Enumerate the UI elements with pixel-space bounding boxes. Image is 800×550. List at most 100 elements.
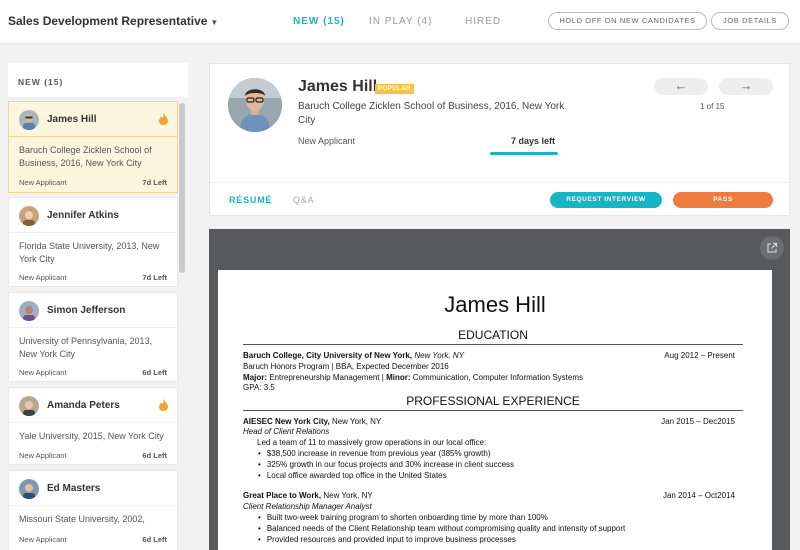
job1-bullet: Local office awarded top office in the U… — [258, 471, 447, 480]
job2-bullet: Built two-week training program to short… — [258, 513, 548, 522]
flame-icon — [159, 113, 168, 125]
candidate-school: Baruch College Zicklen School of Busines… — [19, 145, 152, 168]
candidate-days-left: 7d Left — [142, 273, 167, 282]
candidate-counter: 1 of 15 — [700, 102, 725, 111]
card-divider — [9, 136, 177, 137]
candidate-profile: James Hill POPULAR Baruch College Zickle… — [209, 63, 790, 216]
hold-off-button[interactable]: HOLD OFF ON NEW CANDIDATES — [548, 12, 707, 30]
candidate-name: James Hill — [47, 114, 97, 125]
edu-minor-label: Minor: — [386, 373, 411, 382]
job1-bullet: $38,500 increase in revenue from previou… — [258, 449, 491, 458]
list-scrollbar[interactable] — [179, 103, 185, 273]
external-link-icon — [767, 242, 778, 253]
profile-days-left: 7 days left — [511, 136, 556, 146]
job1-dates: Jan 2015 – Dec2015 — [661, 417, 735, 426]
profile-divider — [210, 182, 789, 183]
edu-location: New York, NY — [414, 351, 464, 360]
candidate-days-left: 6d Left — [142, 368, 167, 377]
avatar — [19, 396, 39, 416]
resume-page: James Hill EDUCATION Baruch College, Cit… — [218, 270, 772, 550]
candidate-school: Yale University, 2015, New York City — [19, 431, 164, 441]
candidate-list: NEW (15) James Hill Baruch College Zickl… — [8, 63, 188, 550]
edu-school-line: Baruch College, City University of New Y… — [243, 351, 464, 360]
section-rule — [243, 344, 743, 345]
candidate-card-ed-masters[interactable]: Ed Masters Missouri State University, 20… — [8, 470, 178, 550]
caret-down-icon: ▼ — [210, 18, 219, 27]
card-divider — [9, 232, 177, 233]
job-title-label: Sales Development Representative — [8, 14, 208, 28]
job2-location: New York, NY — [323, 491, 373, 500]
candidate-card-amanda-peters[interactable]: Amanda Peters Yale University, 2015, New… — [8, 387, 178, 465]
candidate-name: Jennifer Atkins — [47, 210, 119, 221]
job2-company: Great Place to Work, — [243, 491, 322, 500]
tab-qa[interactable]: Q&A — [293, 195, 314, 205]
flame-icon — [159, 399, 168, 411]
edu-major: Entrepreneurship Management | — [269, 373, 384, 382]
avatar — [228, 78, 282, 132]
edu-major-label: Major: — [243, 373, 267, 382]
candidate-card-simon-jefferson[interactable]: Simon Jefferson University of Pennsylvan… — [8, 292, 178, 382]
education-heading: EDUCATION — [458, 328, 528, 342]
candidate-status: New Applicant — [19, 178, 67, 187]
job-title-dropdown[interactable]: Sales Development Representative ▼ — [8, 14, 218, 28]
avatar — [19, 479, 39, 499]
edu-school: Baruch College, City University of New Y… — [243, 351, 413, 360]
tab-new[interactable]: NEW (15) — [293, 16, 345, 27]
card-divider — [9, 327, 177, 328]
job2-bullet: Provided resources and provided input to… — [258, 535, 516, 544]
avatar — [19, 110, 39, 130]
candidate-status: New Applicant — [19, 368, 67, 377]
request-interview-button[interactable]: REQUEST INTERVIEW — [550, 192, 662, 208]
job1-summary: Led a team of 11 to massively grow opera… — [257, 438, 487, 447]
pass-button[interactable]: PASS — [673, 192, 773, 208]
edu-minor: Communication, Computer Information Syst… — [412, 373, 584, 382]
candidate-status: New Applicant — [19, 273, 67, 282]
job2-bullet: Balanced needs of the Client Relationshi… — [258, 524, 625, 533]
tab-in-play[interactable]: IN PLAY (4) — [369, 16, 432, 27]
profile-status: New Applicant — [298, 136, 356, 146]
avatar — [19, 301, 39, 321]
candidate-school: Florida State University, 2013, New York… — [19, 241, 160, 264]
resume-name: James Hill — [444, 292, 546, 317]
candidate-card-jennifer-atkins[interactable]: Jennifer Atkins Florida State University… — [8, 197, 178, 287]
job2-line: Great Place to Work, New York, NY — [243, 491, 373, 500]
job1-bullet: 325% growth in our focus projects and 30… — [258, 460, 514, 469]
candidate-status: New Applicant — [19, 535, 67, 544]
tab-hired[interactable]: HIRED — [465, 16, 501, 27]
section-rule — [243, 410, 743, 411]
job1-company: AIESEC New York City, — [243, 417, 330, 426]
external-link-button[interactable] — [760, 236, 784, 260]
job1-line: AIESEC New York City, New York, NY — [243, 417, 381, 426]
top-bar: Sales Development Representative ▼ NEW (1… — [0, 0, 800, 44]
arrow-right-icon: → — [739, 78, 753, 93]
avatar — [19, 206, 39, 226]
popular-badge: POPULAR — [375, 84, 414, 94]
candidate-card-james-hill[interactable]: James Hill Baruch College Zicklen School… — [8, 101, 178, 193]
candidate-school: University of Pennsylvania, 2013, New Yo… — [19, 336, 153, 359]
job1-location: New York, NY — [331, 417, 382, 426]
profile-name: James Hill — [298, 78, 378, 95]
card-divider — [9, 422, 177, 423]
days-left-progress-bar — [490, 152, 558, 155]
candidate-name: Simon Jefferson — [47, 305, 126, 316]
candidate-days-left: 6d Left — [142, 535, 167, 544]
next-candidate-button[interactable]: → — [719, 78, 773, 95]
candidate-name: Ed Masters — [47, 483, 101, 494]
edu-dates: Aug 2012 – Present — [664, 351, 735, 360]
card-divider — [9, 505, 177, 506]
job-details-button[interactable]: JOB DETAILS — [711, 12, 789, 30]
job2-dates: Jan 2014 – Oct2014 — [662, 491, 735, 500]
candidate-status: New Applicant — [19, 451, 67, 460]
candidate-days-left: 7d Left — [142, 178, 167, 187]
edu-major-line: Major: Entrepreneurship Management | Min… — [243, 373, 583, 382]
previous-candidate-button[interactable]: ← — [654, 78, 708, 95]
edu-program: Baruch Honors Program | BBA, Expected De… — [243, 362, 449, 371]
candidate-name: Amanda Peters — [47, 400, 120, 411]
tab-resume[interactable]: RÉSUMÉ — [229, 195, 272, 205]
arrow-left-icon: ← — [674, 78, 688, 93]
edu-gpa: GPA: 3.5 — [243, 383, 275, 392]
profile-school: Baruch College Zicklen School of Busines… — [298, 101, 565, 126]
candidate-days-left: 6d Left — [142, 451, 167, 460]
candidate-school: Missouri State University, 2002, — [19, 514, 145, 524]
job2-title: Client Relationship Manager Analyst — [243, 502, 372, 511]
